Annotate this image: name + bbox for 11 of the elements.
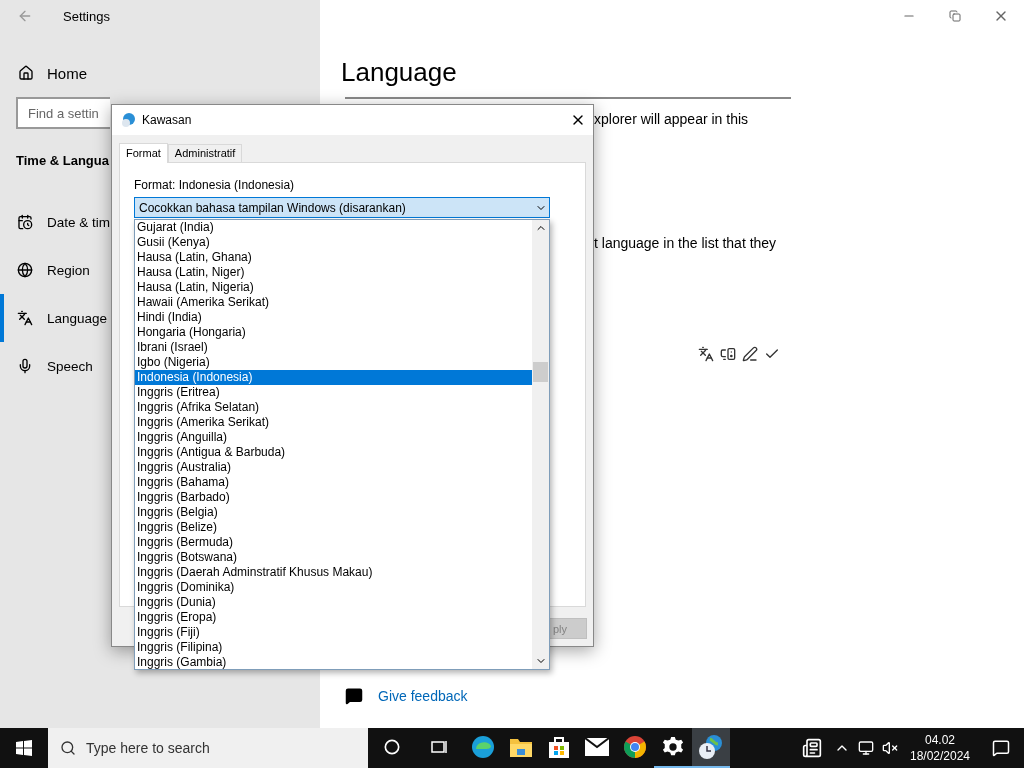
search-placeholder: Type here to search <box>86 740 210 756</box>
description-text: t language in the list that they <box>594 234 778 253</box>
dialog-title: Kawasan <box>142 113 192 127</box>
window-title: Settings <box>63 8 110 24</box>
section-title: Time & Langua <box>15 152 109 170</box>
format-label: Format: Indonesia (Indonesia) <box>134 177 296 193</box>
clock-date: 18/02/2024 <box>909 748 971 764</box>
clock-time: 04.02 <box>925 732 955 748</box>
description-text: xplorer will appear in this <box>594 110 750 129</box>
combo-value: Cocokkan bahasa tampilan Windows (disarankan) <box>139 200 406 215</box>
page-heading: Language <box>341 56 458 89</box>
